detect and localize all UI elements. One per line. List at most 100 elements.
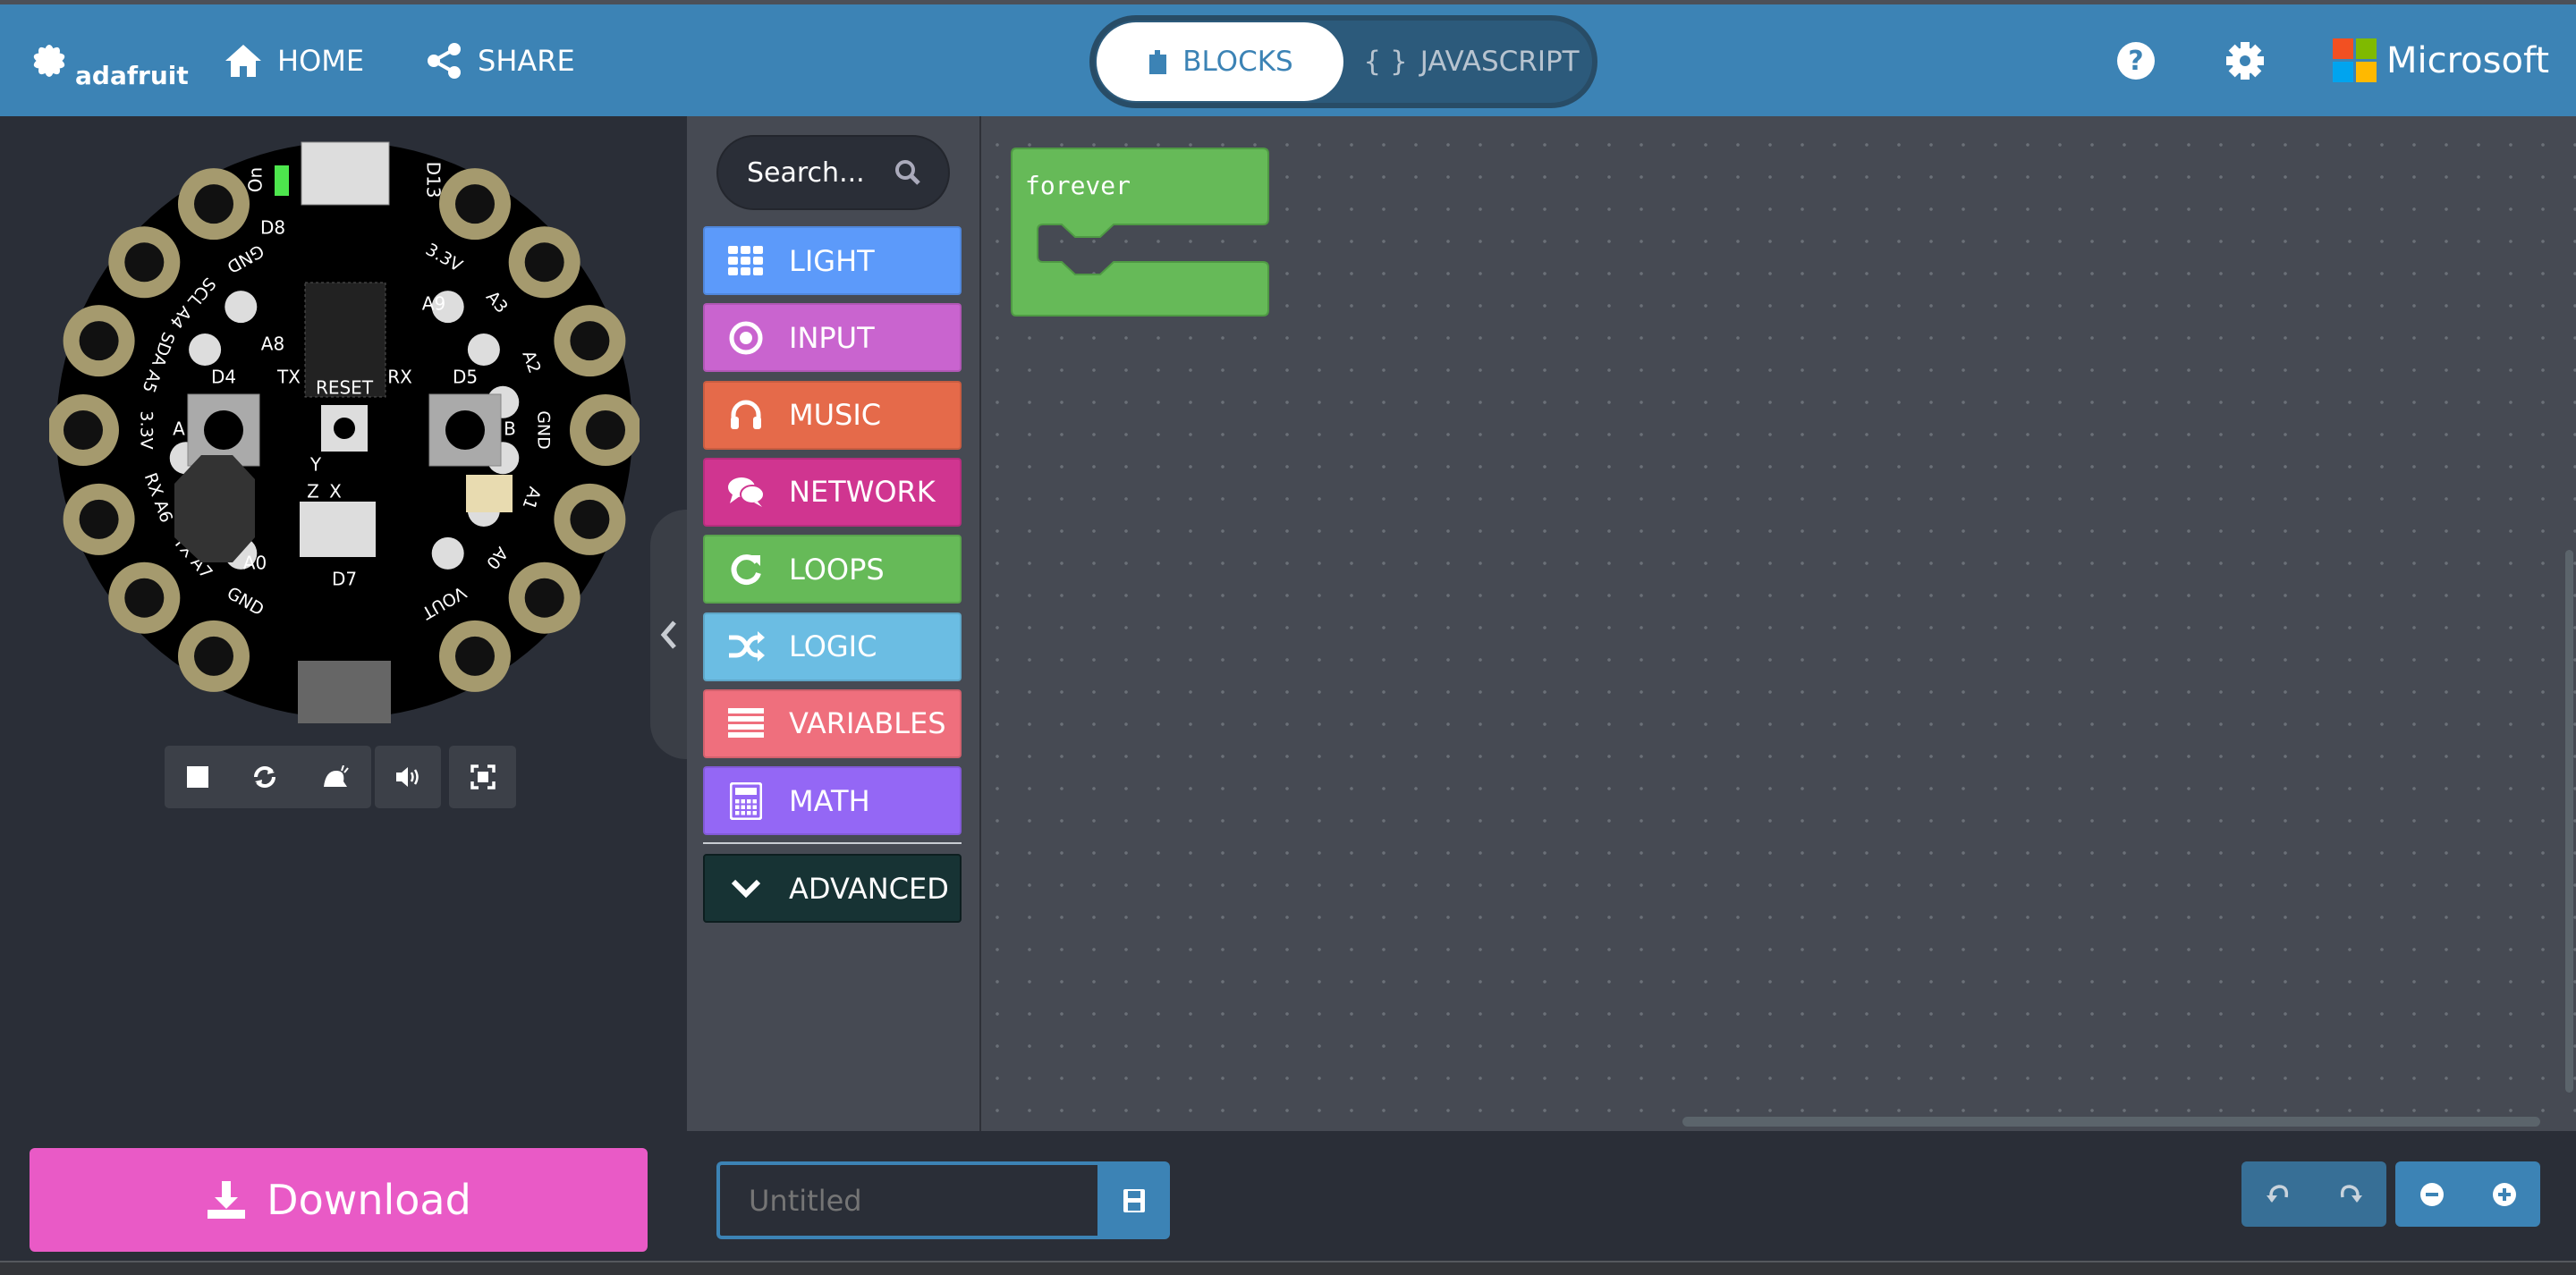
- fullscreen-button[interactable]: [449, 746, 516, 808]
- chevron-left-icon: [660, 620, 676, 649]
- pin-pad[interactable]: [554, 483, 626, 555]
- category-logic[interactable]: LOGIC: [703, 612, 962, 681]
- javascript-tab[interactable]: { } JAVASCRIPT: [1354, 22, 1589, 101]
- board-label-d7: D7: [332, 569, 357, 590]
- simulator-panel: GND SCL A4 SDA A5 3.3V RX A6 TX A7 GND 3.3V A3 A2…: [0, 116, 687, 1131]
- solder-pad: [189, 334, 222, 366]
- download-button[interactable]: Download: [30, 1148, 648, 1252]
- brand-text: adafruit: [75, 61, 189, 90]
- volume-icon: [396, 767, 419, 787]
- fullscreen-icon: [470, 764, 496, 789]
- undo-icon[interactable]: [2265, 1181, 2292, 1208]
- collapse-simulator-button[interactable]: [650, 510, 687, 759]
- microsoft-logo[interactable]: Microsoft: [2333, 4, 2549, 116]
- category-advanced[interactable]: ADVANCED: [703, 854, 962, 923]
- window-bottom-border: [0, 1261, 2576, 1275]
- category-input[interactable]: INPUT: [703, 303, 962, 373]
- toolbox-divider: [703, 842, 962, 844]
- board-label-on: On: [245, 167, 267, 192]
- pin-pad[interactable]: [49, 394, 119, 466]
- pin-pad[interactable]: [508, 562, 580, 634]
- slide-switch[interactable]: [300, 502, 376, 557]
- redo-icon[interactable]: [2337, 1181, 2364, 1208]
- save-button[interactable]: [1097, 1161, 1170, 1239]
- category-label: LIGHT: [789, 243, 875, 278]
- search-placeholder: Search...: [747, 156, 865, 189]
- zoom-out-icon[interactable]: [2419, 1182, 2445, 1207]
- pin-pad[interactable]: [63, 305, 135, 377]
- mute-button[interactable]: [375, 746, 441, 808]
- download-icon: [208, 1181, 246, 1219]
- gear-icon: [2226, 41, 2264, 80]
- board-label-z: Z: [307, 481, 319, 502]
- category-label: LOOPS: [789, 552, 885, 587]
- toolbox-search[interactable]: Search...: [716, 135, 950, 210]
- pin-pad[interactable]: [108, 562, 181, 634]
- share-button[interactable]: SHARE: [426, 4, 575, 116]
- microsoft-label: Microsoft: [2386, 39, 2550, 81]
- adafruit-flower-icon: [33, 44, 65, 77]
- microphone: [466, 475, 513, 512]
- circuit-playground-board[interactable]: GNDSCL A4SDA A53.3VRX A6TX A7GND3.3VA3A2…: [49, 137, 640, 723]
- solder-pad: [467, 334, 500, 366]
- zoom-group: [2395, 1161, 2540, 1227]
- pin-pad[interactable]: [554, 305, 626, 377]
- category-music[interactable]: MUSIC: [703, 380, 962, 450]
- adafruit-logo[interactable]: adafruit: [27, 4, 189, 116]
- home-label: HOME: [277, 43, 365, 78]
- headphones-icon: [726, 395, 766, 435]
- category-math[interactable]: MATH: [703, 766, 962, 836]
- usb-port: [301, 141, 390, 206]
- board-label-rx: RX: [387, 367, 412, 388]
- slow-motion-icon[interactable]: [322, 765, 349, 789]
- save-icon: [1123, 1188, 1145, 1212]
- pin-pad[interactable]: [63, 483, 135, 555]
- home-button[interactable]: HOME: [224, 4, 364, 116]
- category-variables[interactable]: VARIABLES: [703, 688, 962, 758]
- category-label: MUSIC: [789, 398, 882, 433]
- board-label-y: Y: [309, 454, 322, 476]
- category-light[interactable]: LIGHT: [703, 226, 962, 295]
- solder-pad: [225, 291, 258, 324]
- board-label-d5: D5: [453, 367, 478, 388]
- braces-icon: { }: [1363, 46, 1408, 78]
- editor-toggle: BLOCKS { } JAVASCRIPT: [1089, 15, 1597, 108]
- pin-pad[interactable]: [508, 226, 580, 299]
- vertical-scrollbar[interactable]: [2565, 550, 2573, 1093]
- stop-icon[interactable]: [186, 766, 208, 788]
- blocks-workspace[interactable]: forever: [979, 116, 2576, 1131]
- calculator-icon: [726, 781, 766, 821]
- category-label: LOGIC: [789, 629, 877, 663]
- buzzer: [174, 455, 255, 562]
- block-label: forever: [1025, 171, 1131, 200]
- svg-text:?: ?: [2128, 46, 2143, 77]
- pin-pad[interactable]: [439, 168, 511, 241]
- horizontal-scrollbar[interactable]: [1682, 1117, 2540, 1127]
- toolbox: Search... LIGHT INPUT MUSIC NETWORK LOOPS LOG…: [687, 116, 979, 1131]
- board-label-d13: D13: [423, 162, 445, 198]
- pin-pad[interactable]: [178, 168, 250, 241]
- zoom-in-icon[interactable]: [2492, 1182, 2517, 1207]
- pin-pad[interactable]: [178, 620, 250, 692]
- board-label-a9: A9: [422, 293, 445, 315]
- chat-icon: [726, 472, 766, 511]
- category-network[interactable]: NETWORK: [703, 457, 962, 527]
- board-label-a: A: [173, 418, 185, 440]
- restart-icon[interactable]: [252, 764, 277, 789]
- board-label-x: X: [329, 481, 342, 502]
- board-label-a8: A8: [261, 334, 284, 355]
- microsoft-windows-icon: [2333, 38, 2377, 82]
- pin-pad[interactable]: [439, 620, 511, 692]
- category-loops[interactable]: LOOPS: [703, 535, 962, 604]
- blocks-tab[interactable]: BLOCKS: [1097, 22, 1343, 101]
- settings-button[interactable]: [2225, 4, 2265, 116]
- project-name-input[interactable]: [716, 1161, 1097, 1239]
- category-label: MATH: [789, 783, 870, 818]
- pin-pad[interactable]: [570, 394, 640, 466]
- pin-pad[interactable]: [108, 226, 181, 299]
- board-label-d8: D8: [260, 217, 285, 239]
- board-label-tx: TX: [276, 367, 301, 388]
- forever-block[interactable]: forever: [1011, 148, 1272, 319]
- category-label: INPUT: [789, 320, 875, 355]
- help-button[interactable]: ?: [2116, 4, 2156, 116]
